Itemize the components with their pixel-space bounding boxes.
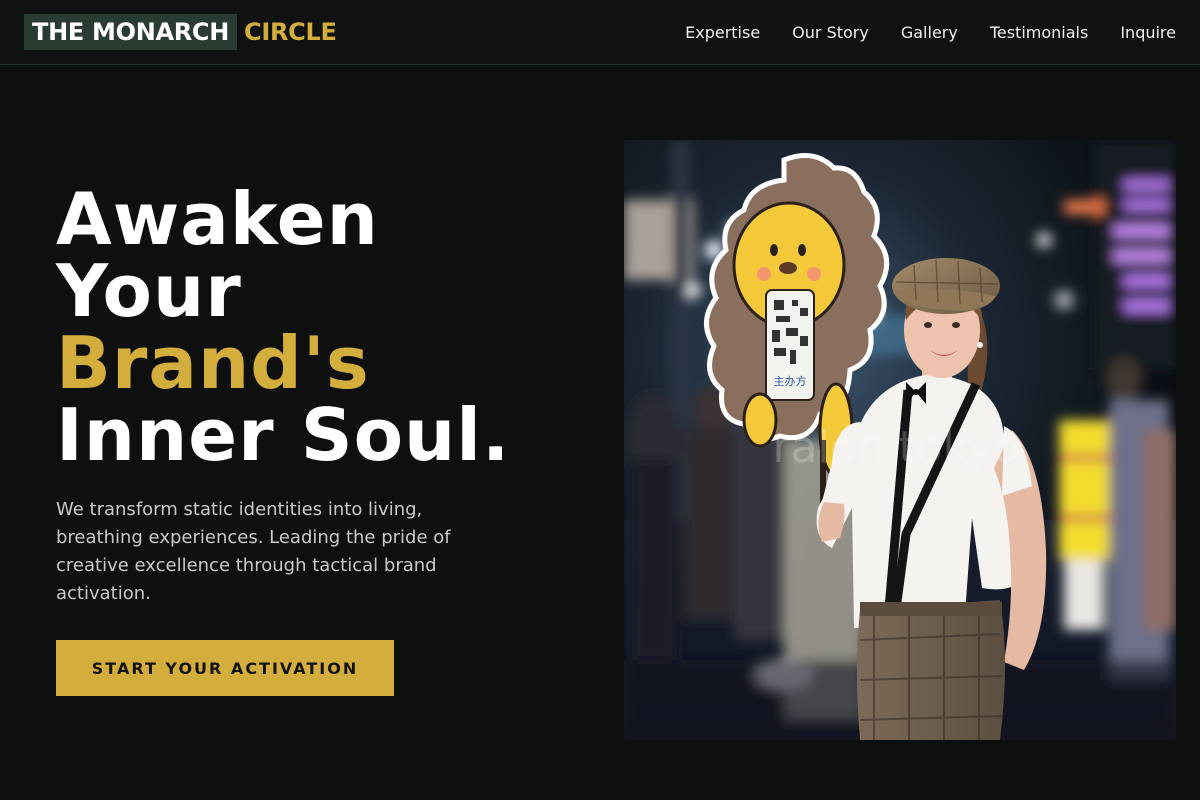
hero-description: We transform static identities into livi… (56, 499, 451, 604)
nav-link-gallery[interactable]: Gallery (901, 23, 958, 42)
headline-line-1: Awaken (56, 177, 379, 261)
main-nav: Expertise Our Story Gallery Testimonials… (685, 0, 1176, 64)
nav-link-inquire[interactable]: Inquire (1120, 23, 1176, 42)
headline-line-3-highlight: Brand's (56, 321, 370, 405)
photo-watermark: ralon.tokyo (772, 422, 1019, 473)
brand-logo[interactable]: THE MONARCH CIRCLE (24, 14, 337, 50)
headline-line-2: Your (56, 249, 242, 333)
sign-caption: 主办方 (774, 374, 807, 388)
logo-name-accent: CIRCLE (244, 18, 337, 46)
nav-link-our-story[interactable]: Our Story (792, 23, 869, 42)
headline-line-4: Inner Soul. (56, 393, 511, 477)
logo-name-main: THE MONARCH (24, 14, 238, 50)
hero-photo: 主办方 ralon.tokyo (624, 140, 1176, 740)
hero-headline: Awaken Your Brand's Inner Soul. (56, 183, 510, 471)
nav-link-testimonials[interactable]: Testimonials (990, 23, 1089, 42)
nav-link-expertise[interactable]: Expertise (685, 23, 760, 42)
site-header: THE MONARCH CIRCLE Expertise Our Story G… (0, 0, 1200, 65)
start-activation-button[interactable]: START YOUR ACTIVATION (56, 640, 394, 696)
